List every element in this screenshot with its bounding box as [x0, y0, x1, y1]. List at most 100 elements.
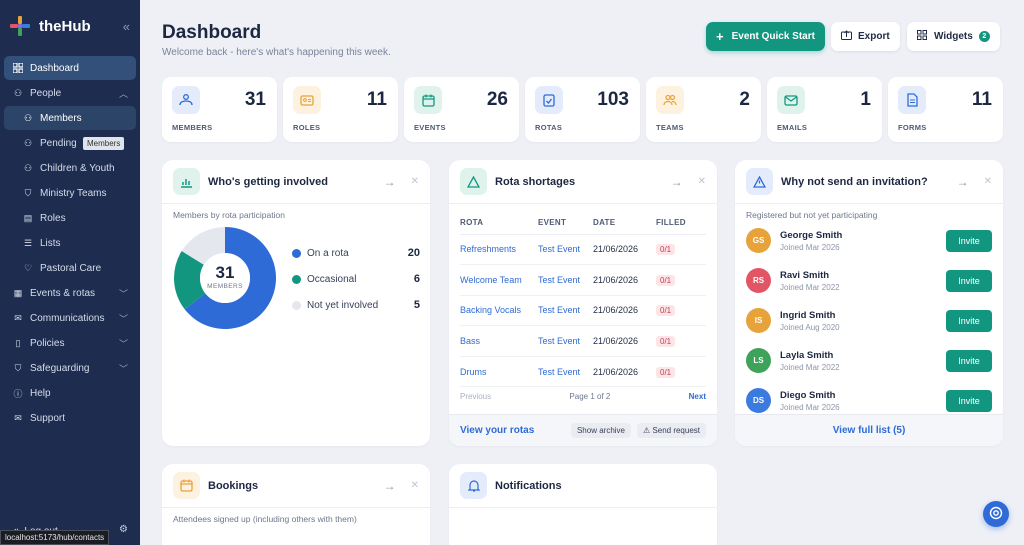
export-label: Export: [858, 31, 890, 42]
collapse-sidebar-icon[interactable]: «: [123, 19, 130, 34]
send-request-button[interactable]: ⚠ Send request: [637, 423, 706, 438]
export-button[interactable]: Export: [831, 22, 900, 51]
document-icon: ▯: [15, 337, 21, 348]
stat-label: TEAMS: [656, 123, 684, 132]
user-plus-icon: ⚇: [23, 137, 33, 148]
gear-icon[interactable]: ⚙: [119, 524, 128, 535]
sidebar-item-people[interactable]: ⚇ People ︿: [4, 81, 136, 105]
previous-button[interactable]: Previous: [460, 392, 491, 401]
filled-cell: 0/1: [656, 295, 706, 327]
card-header: Bookings → ✕: [162, 464, 430, 508]
sidebar-item-policies[interactable]: ▯ Policies ﹀: [4, 331, 136, 355]
arrow-right-icon[interactable]: →: [671, 175, 683, 189]
invite-button[interactable]: Invite: [946, 349, 992, 372]
invite-button[interactable]: Invite: [946, 389, 992, 412]
table-row: Drums Test Event 21/06/2026 0/1: [460, 356, 706, 388]
shield-icon: ⛉: [24, 187, 32, 198]
filled-badge: 0/1: [656, 244, 676, 256]
widgets-button[interactable]: Widgets 2: [907, 22, 1000, 51]
close-icon[interactable]: ✕: [698, 176, 706, 187]
event-quick-start-button[interactable]: + Event Quick Start: [706, 22, 825, 51]
sidebar-item-ministry-teams[interactable]: ⛉ Ministry Teams: [4, 181, 136, 205]
filled-badge: 0/1: [656, 305, 676, 317]
table-row: Bass Test Event 21/06/2026 0/1: [460, 325, 706, 357]
event-link[interactable]: Test Event: [538, 325, 593, 357]
sidebar-item-label: Pastoral Care: [40, 262, 102, 274]
event-quick-start-label: Event Quick Start: [731, 31, 815, 42]
stat-value: 26: [486, 89, 508, 110]
logo-icon: [10, 16, 30, 36]
brand: theHub «: [0, 0, 140, 52]
card-title: Rota shortages: [495, 175, 576, 188]
sidebar-item-label: Lists: [40, 237, 61, 249]
event-link[interactable]: Test Event: [538, 295, 593, 327]
rota-link[interactable]: Backing Vocals: [460, 295, 538, 327]
rota-link[interactable]: Drums: [460, 356, 538, 388]
help-button[interactable]: [983, 501, 1009, 527]
sidebar-item-roles[interactable]: ▤ Roles: [4, 206, 136, 230]
stat-roles[interactable]: 11 ROLES: [283, 77, 398, 142]
rota-link[interactable]: Refreshments: [460, 234, 538, 266]
page-subtitle: Welcome back - here's what's happening t…: [162, 47, 391, 58]
calendar-icon: [173, 472, 200, 499]
sidebar-item-label: Help: [30, 387, 51, 399]
filled-cell: 0/1: [656, 264, 706, 296]
person-name: George Smith: [780, 229, 843, 241]
stat-rotas[interactable]: 103 ROTAS: [525, 77, 640, 142]
event-link[interactable]: Test Event: [538, 356, 593, 388]
sidebar-item-support[interactable]: ✉ Support: [4, 406, 136, 430]
card-header: Why not send an invitation? → ✕: [735, 160, 1003, 204]
view-rotas-link[interactable]: View your rotas: [460, 425, 534, 436]
arrow-right-icon[interactable]: →: [384, 479, 396, 493]
arrow-right-icon[interactable]: →: [384, 175, 396, 189]
date-cell: 21/06/2026: [593, 325, 656, 357]
show-archive-button[interactable]: Show archive: [570, 423, 631, 438]
event-link[interactable]: Test Event: [538, 264, 593, 296]
next-button[interactable]: Next: [689, 392, 706, 401]
sidebar-item-safeguarding[interactable]: ⛉ Safeguarding ﹀: [4, 356, 136, 380]
sidebar-item-children-youth[interactable]: ⚇ Children & Youth: [4, 156, 136, 180]
col-rota: ROTA: [460, 212, 538, 235]
sidebar-item-help[interactable]: ⓘ Help: [4, 381, 136, 405]
stat-members[interactable]: 31 MEMBERS: [162, 77, 277, 142]
filled-badge: 0/1: [656, 274, 676, 286]
stat-value: 1: [860, 89, 871, 110]
close-icon[interactable]: ✕: [984, 176, 992, 187]
sidebar-item-label: Communications: [30, 312, 105, 324]
sidebar-item-lists[interactable]: ☰ Lists: [4, 231, 136, 255]
sidebar-item-events-rotas[interactable]: ▦ Events & rotas ﹀: [4, 281, 136, 305]
table-row: Welcome Team Test Event 21/06/2026 0/1: [460, 264, 706, 296]
stat-teams[interactable]: 2 TEAMS: [646, 77, 761, 142]
person-joined: Joined Mar 2026: [780, 402, 840, 412]
col-event: EVENT: [538, 212, 593, 235]
invite-button[interactable]: Invite: [946, 229, 992, 252]
rota-link[interactable]: Welcome Team: [460, 264, 538, 296]
stat-forms[interactable]: 11 FORMS: [888, 77, 1003, 142]
invite-card: Why not send an invitation? → ✕ Register…: [735, 160, 1003, 446]
close-icon[interactable]: ✕: [411, 176, 419, 187]
donut-center: 31 MEMBERS: [199, 263, 251, 290]
members-icon: ⚇: [23, 112, 33, 123]
list-item: DS Diego Smith Joined Mar 2026 Invite: [746, 388, 992, 413]
sidebar-item-dashboard[interactable]: Dashboard: [4, 56, 136, 80]
stat-emails[interactable]: 1 EMAILS: [767, 77, 882, 142]
stat-events[interactable]: 26 EVENTS: [404, 77, 519, 142]
filled-badge: 0/1: [656, 366, 676, 378]
list-item: LS Layla Smith Joined Mar 2022 Invite: [746, 348, 992, 373]
invite-button[interactable]: Invite: [946, 269, 992, 292]
sidebar-item-communications[interactable]: ✉ Communications ﹀: [4, 306, 136, 330]
brand-name: theHub: [39, 17, 91, 35]
sidebar-item-members[interactable]: ⚇ Members: [4, 106, 136, 130]
card-title: Notifications: [495, 479, 562, 492]
arrow-right-icon[interactable]: →: [957, 175, 969, 189]
rota-link[interactable]: Bass: [460, 325, 538, 357]
invite-button[interactable]: Invite: [946, 309, 992, 332]
card-header: Rota shortages → ✕: [449, 160, 717, 204]
avatar: GS: [746, 228, 771, 253]
sidebar-item-pastoral-care[interactable]: ♡ Pastoral Care: [4, 256, 136, 280]
event-link[interactable]: Test Event: [538, 234, 593, 266]
close-icon[interactable]: ✕: [411, 480, 419, 491]
view-full-list-link[interactable]: View full list (5): [833, 425, 906, 436]
card-subtitle: Attendees signed up (including others wi…: [173, 514, 357, 524]
sidebar-item-label: Policies: [30, 337, 65, 349]
